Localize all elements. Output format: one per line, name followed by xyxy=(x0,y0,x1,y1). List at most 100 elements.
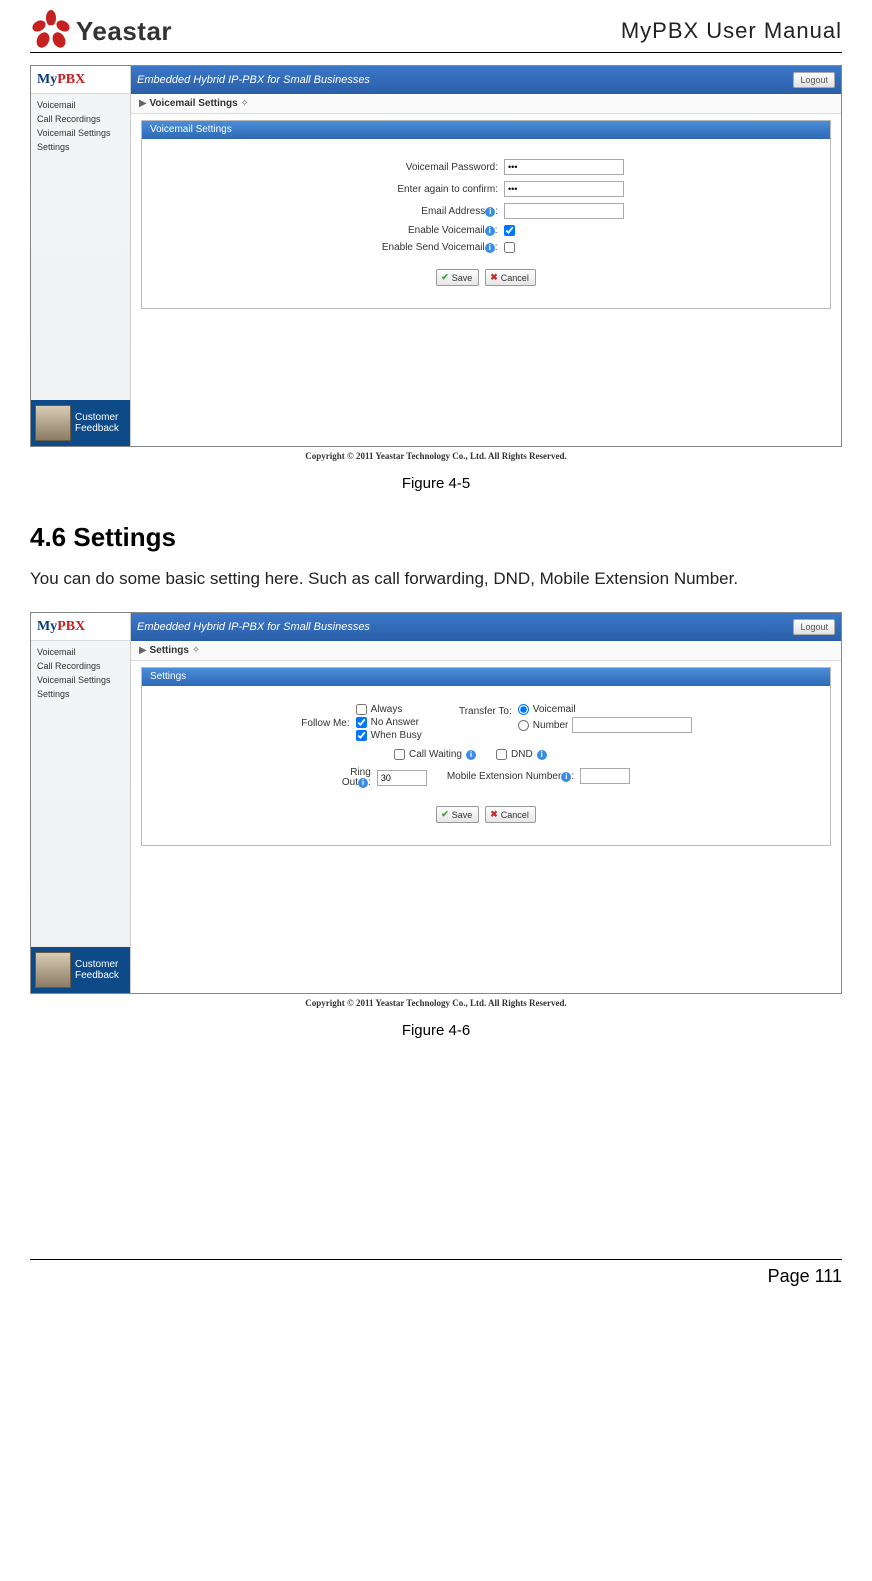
page-number: Page 111 xyxy=(768,1266,842,1286)
check-icon: ✔ xyxy=(441,272,449,283)
option-voicemail: Voicemail xyxy=(533,704,576,715)
breadcrumb: ▶ Voicemail Settings ✧ xyxy=(131,94,841,114)
sidebar-item-voicemail[interactable]: Voicemail xyxy=(37,645,128,659)
ringout-input[interactable] xyxy=(377,770,427,786)
flower-icon xyxy=(30,10,72,52)
feedback-banner[interactable]: Customer Feedback xyxy=(31,947,130,993)
save-label: Save xyxy=(452,273,473,283)
banner-text: Embedded Hybrid IP-PBX for Small Busines… xyxy=(137,74,370,86)
whenbusy-checkbox[interactable] xyxy=(356,730,367,741)
mobile-ext-label: Mobile Extension Number xyxy=(447,771,562,782)
check-icon: ✔ xyxy=(441,809,449,820)
banner: Embedded Hybrid IP-PBX for Small Busines… xyxy=(131,66,841,94)
feedback-line1: Customer xyxy=(75,412,119,423)
cancel-label: Cancel xyxy=(501,273,529,283)
info-icon[interactable]: i xyxy=(485,226,495,236)
app-logo-b: PBX xyxy=(57,619,85,635)
save-button[interactable]: ✔ Save xyxy=(436,806,479,823)
info-icon[interactable]: i xyxy=(485,207,495,217)
sidebar-item-call-recordings[interactable]: Call Recordings xyxy=(37,659,128,673)
app-logo: MyPBX xyxy=(31,613,130,641)
feedback-line2: Feedback xyxy=(75,423,119,434)
logout-button[interactable]: Logout xyxy=(793,619,835,635)
callwaiting-checkbox[interactable] xyxy=(394,749,405,760)
page-footer: Page 111 xyxy=(30,1259,842,1287)
avatar xyxy=(35,405,71,441)
app-logo: MyPBX xyxy=(31,66,130,94)
feedback-line2: Feedback xyxy=(75,970,119,981)
avatar xyxy=(35,952,71,988)
panel-title: Settings xyxy=(142,668,830,686)
figure-caption-1: Figure 4-5 xyxy=(30,475,842,492)
info-icon[interactable]: i xyxy=(358,778,368,788)
sidebar-item-settings[interactable]: Settings xyxy=(37,140,128,154)
copyright-line: Copyright © 2011 Yeastar Technology Co.,… xyxy=(30,998,842,1008)
transfer-number-input[interactable] xyxy=(572,717,692,733)
brand-text: Yeastar xyxy=(76,16,172,47)
sidebar: MyPBX Voicemail Call Recordings Voicemai… xyxy=(31,613,131,993)
breadcrumb: ▶ Settings ✧ xyxy=(131,641,841,661)
enable-voicemail-checkbox[interactable] xyxy=(504,225,515,236)
sidebar-item-settings[interactable]: Settings xyxy=(37,687,128,701)
panel-title: Voicemail Settings xyxy=(142,121,830,139)
sidebar-items: Voicemail Call Recordings Voicemail Sett… xyxy=(31,641,130,703)
app-logo-a: My xyxy=(37,72,57,88)
transfer-label: Transfer To: xyxy=(442,704,512,717)
triangle-icon: ▶ xyxy=(139,98,147,109)
copyright-line: Copyright © 2011 Yeastar Technology Co.,… xyxy=(30,451,842,461)
screenshot-voicemail-settings: MyPBX Voicemail Call Recordings Voicemai… xyxy=(30,65,842,447)
x-icon: ✖ xyxy=(490,809,498,820)
refresh-icon: ✧ xyxy=(192,645,200,656)
cancel-label: Cancel xyxy=(501,810,529,820)
ringout-label-l2: Out xyxy=(342,777,358,788)
mobile-ext-input[interactable] xyxy=(580,768,630,784)
password-input[interactable] xyxy=(504,159,624,175)
enable-voicemail-label: Enable Voicemail xyxy=(408,225,485,236)
option-whenbusy: When Busy xyxy=(371,730,422,741)
dnd-checkbox[interactable] xyxy=(496,749,507,760)
email-input[interactable] xyxy=(504,203,624,219)
followme-label: Follow Me: xyxy=(280,704,350,729)
dnd-label: DND xyxy=(511,749,533,760)
info-icon[interactable]: i xyxy=(561,772,571,782)
doc-title: MyPBX User Manual xyxy=(621,18,842,44)
option-number: Number xyxy=(533,720,569,731)
sidebar-item-call-recordings[interactable]: Call Recordings xyxy=(37,112,128,126)
always-checkbox[interactable] xyxy=(356,704,367,715)
banner: Embedded Hybrid IP-PBX for Small Busines… xyxy=(131,613,841,641)
info-icon[interactable]: i xyxy=(537,750,547,760)
cancel-button[interactable]: ✖ Cancel xyxy=(485,806,536,823)
app-logo-b: PBX xyxy=(57,72,85,88)
section-title: 4.6 Settings xyxy=(30,522,842,553)
noanswer-checkbox[interactable] xyxy=(356,717,367,728)
save-label: Save xyxy=(452,810,473,820)
enable-send-checkbox[interactable] xyxy=(504,242,515,253)
save-button[interactable]: ✔ Save xyxy=(436,269,479,286)
breadcrumb-text: Settings xyxy=(149,645,188,656)
sidebar-item-voicemail-settings[interactable]: Voicemail Settings xyxy=(37,126,128,140)
feedback-banner[interactable]: Customer Feedback xyxy=(31,400,130,446)
section-body: You can do some basic setting here. Such… xyxy=(30,565,842,592)
sidebar-item-voicemail[interactable]: Voicemail xyxy=(37,98,128,112)
x-icon: ✖ xyxy=(490,272,498,283)
sidebar-item-voicemail-settings[interactable]: Voicemail Settings xyxy=(37,673,128,687)
figure-caption-2: Figure 4-6 xyxy=(30,1022,842,1039)
enable-send-label: Enable Send Voicemail xyxy=(382,242,485,253)
option-always: Always xyxy=(371,704,403,715)
sidebar: MyPBX Voicemail Call Recordings Voicemai… xyxy=(31,66,131,446)
banner-text: Embedded Hybrid IP-PBX for Small Busines… xyxy=(137,621,370,633)
email-label: Email Address xyxy=(421,206,485,217)
info-icon[interactable]: i xyxy=(466,750,476,760)
panel: Settings Follow Me: Always No Answer Whe… xyxy=(141,667,831,846)
password-label: Voicemail Password: xyxy=(348,162,498,173)
logout-button[interactable]: Logout xyxy=(793,72,835,88)
cancel-button[interactable]: ✖ Cancel xyxy=(485,269,536,286)
triangle-icon: ▶ xyxy=(139,645,147,656)
confirm-label: Enter again to confirm: xyxy=(348,184,498,195)
transfer-voicemail-radio[interactable] xyxy=(518,704,529,715)
screenshot-settings: MyPBX Voicemail Call Recordings Voicemai… xyxy=(30,612,842,994)
transfer-number-radio[interactable] xyxy=(518,720,529,731)
confirm-input[interactable] xyxy=(504,181,624,197)
info-icon[interactable]: i xyxy=(485,243,495,253)
app-logo-a: My xyxy=(37,619,57,635)
